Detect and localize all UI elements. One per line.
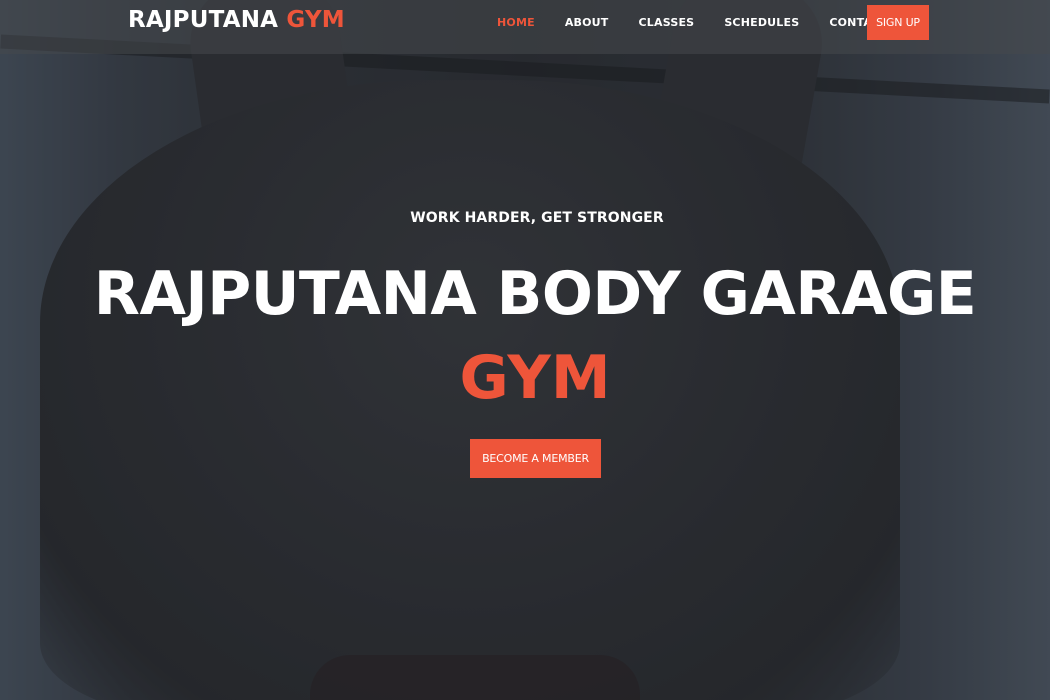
logo-accent-text: GYM	[286, 7, 345, 33]
signup-button[interactable]: SIGN UP	[867, 5, 929, 40]
hero-headline: RAJPUTANA BODY GARAGE	[93, 259, 977, 329]
top-navbar: RAJPUTANA GYM HOME ABOUT CLASSES SCHEDUL…	[0, 0, 1050, 54]
nav-item-classes[interactable]: CLASSES	[624, 16, 710, 29]
nav-item-schedules[interactable]: SCHEDULES	[709, 16, 814, 29]
nav-menu: HOME ABOUT CLASSES SCHEDULES CONTACT	[482, 0, 903, 44]
hero-section: RAJPUTANA GYM HOME ABOUT CLASSES SCHEDUL…	[0, 0, 1050, 700]
hero-headline-accent: GYM	[459, 343, 611, 413]
nav-item-about[interactable]: ABOUT	[550, 16, 624, 29]
logo-text: RAJPUTANA	[128, 7, 279, 33]
site-logo[interactable]: RAJPUTANA GYM	[128, 7, 345, 33]
become-member-button[interactable]: BECOME A MEMBER	[470, 439, 601, 478]
nav-item-home[interactable]: HOME	[482, 16, 550, 29]
hero-tagline: WORK HARDER, GET STRONGER	[410, 210, 664, 226]
